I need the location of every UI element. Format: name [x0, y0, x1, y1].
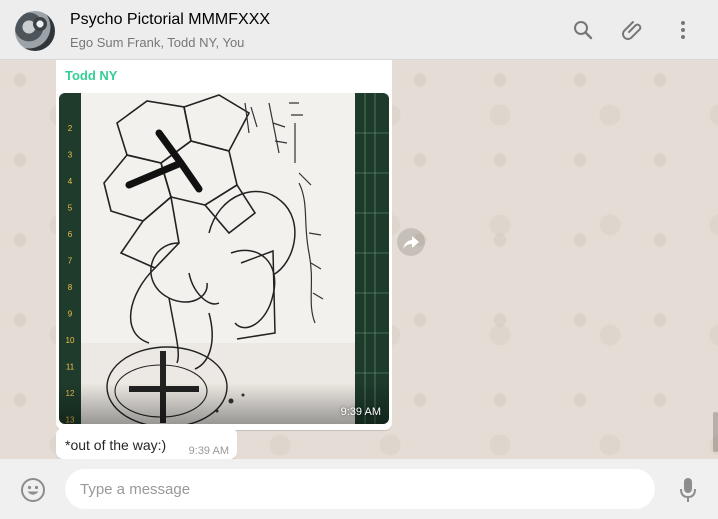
attach-icon[interactable] [621, 18, 645, 42]
shared-photo[interactable]: 234567891011121314 [59, 93, 389, 424]
composer [0, 459, 718, 519]
chat-area[interactable]: Todd NY 234567891011121314 [0, 60, 718, 459]
ruler-number: 8 [68, 283, 73, 292]
message-input[interactable] [65, 469, 655, 509]
message-timestamp: 9:39 AM [188, 445, 229, 457]
microphone-icon[interactable] [678, 476, 698, 504]
search-icon[interactable] [571, 18, 595, 42]
ruler-number: 11 [66, 363, 75, 372]
ruler-number: 6 [68, 230, 73, 239]
ruler-number: 3 [68, 151, 73, 160]
text-message[interactable]: *out of the way:) 9:39 AM [56, 428, 237, 459]
sender-name[interactable]: Todd NY [65, 68, 117, 83]
group-avatar[interactable] [15, 11, 55, 51]
chat-participants: Ego Sum Frank, Todd NY, You [70, 35, 245, 50]
ruler-number: 4 [68, 177, 73, 186]
message-text: *out of the way:) [65, 437, 167, 453]
ruler-number: 5 [68, 204, 73, 213]
menu-icon[interactable] [671, 18, 695, 42]
ruler-number: 7 [68, 257, 73, 266]
chat-scrollbar[interactable] [713, 412, 718, 452]
ruler-number: 2 [68, 124, 73, 133]
chat-title[interactable]: Psycho Pictorial MMMFXXX [70, 11, 270, 29]
forward-icon[interactable] [397, 228, 425, 256]
image-timestamp: 9:39 AM [340, 406, 381, 418]
ruler-number: 9 [68, 310, 73, 319]
chat-header: Psycho Pictorial MMMFXXX Ego Sum Frank, … [0, 0, 718, 60]
image-message[interactable]: Todd NY 234567891011121314 [56, 60, 392, 430]
ruler-number: 10 [66, 336, 75, 345]
emoji-icon[interactable] [20, 477, 46, 503]
